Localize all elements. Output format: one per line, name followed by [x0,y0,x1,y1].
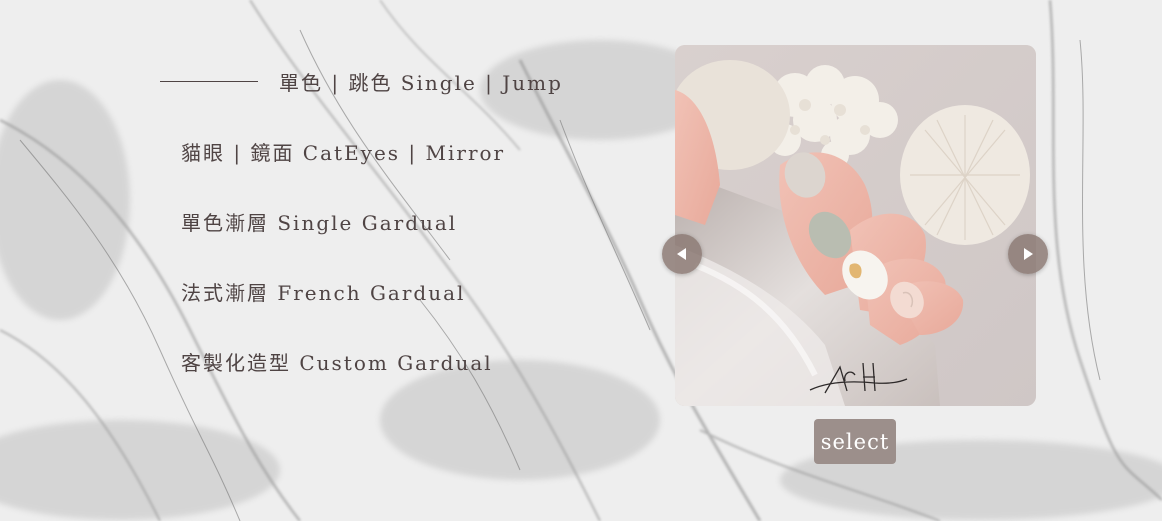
active-indicator-line [160,81,258,82]
carousel-prev-button[interactable] [662,234,702,274]
triangle-right-icon [1024,248,1033,260]
category-menu: 單色 | 跳色 Single | Jump 貓眼 | 鏡面 CatEyes | … [0,0,640,521]
menu-item-cateyes-mirror[interactable]: 貓眼 | 鏡面 CatEyes | Mirror [181,137,505,166]
gallery-image [675,45,1036,406]
menu-item-custom-gardual[interactable]: 客製化造型 Custom Gardual [181,347,493,376]
select-button[interactable]: select [814,419,896,464]
carousel-next-button[interactable] [1008,234,1048,274]
menu-item-single-gardual[interactable]: 單色漸層 Single Gardual [181,207,457,236]
triangle-left-icon [677,248,686,260]
menu-item-single-jump[interactable]: 單色 | 跳色 Single | Jump [279,67,563,96]
menu-item-french-gardual[interactable]: 法式漸層 French Gardual [181,277,465,306]
